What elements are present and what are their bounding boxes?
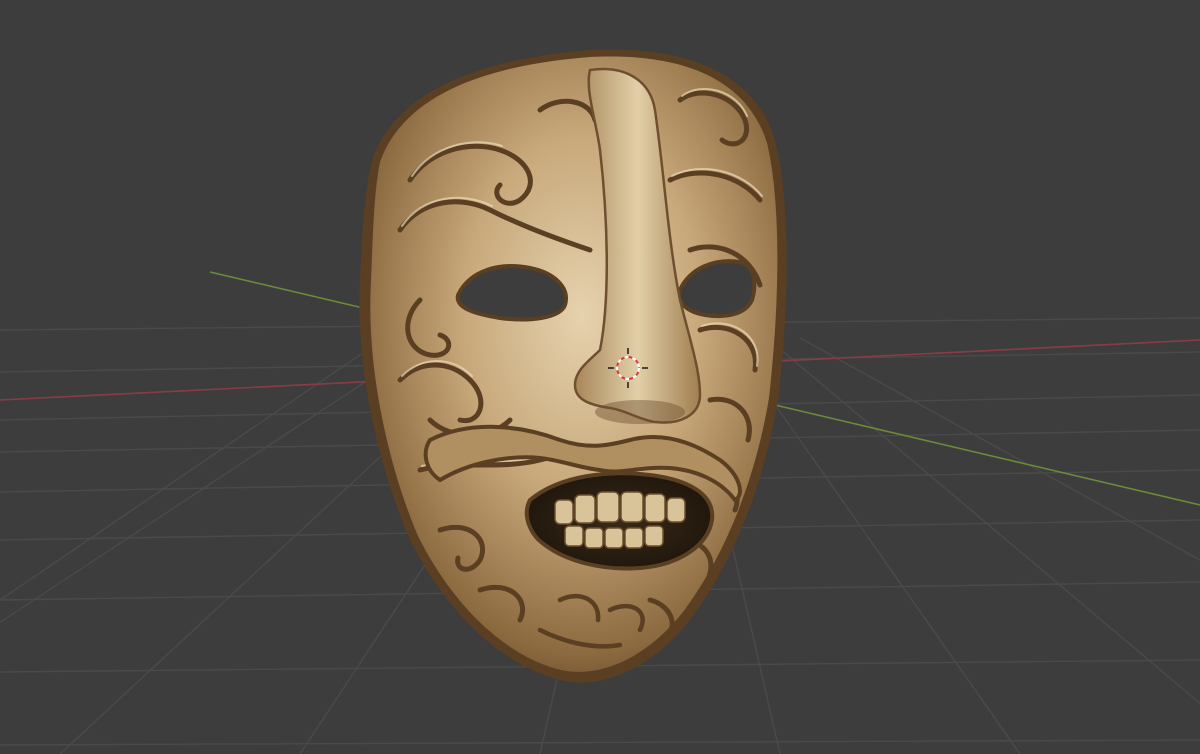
- viewport-canvas[interactable]: [0, 0, 1200, 754]
- 3d-viewport[interactable]: [0, 0, 1200, 754]
- left-eye-hole: [455, 264, 568, 322]
- nose-shadow: [595, 400, 685, 424]
